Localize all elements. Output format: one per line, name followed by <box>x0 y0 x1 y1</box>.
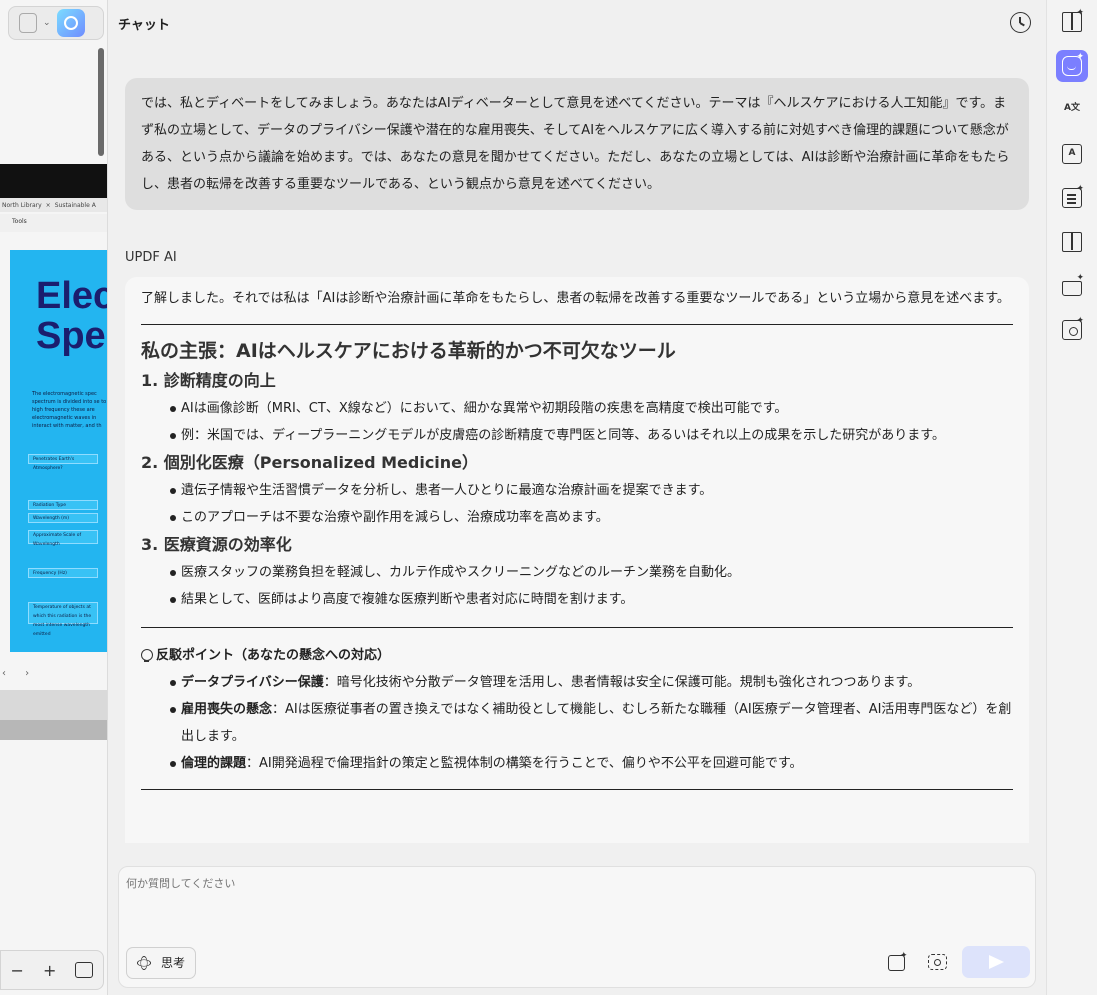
list-item: 結果として、医師はより高度で複雑な医療判断や患者対応に時間を割けます。 <box>141 586 1013 613</box>
rebuttal-text: ：暗号化技術や分散データ管理を活用し、患者情報は安全に保護可能。規制も強化されつ… <box>323 675 921 690</box>
folder-ai-icon[interactable]: ✦ <box>1056 270 1088 302</box>
think-button[interactable]: 思考 <box>126 947 197 979</box>
close-icon[interactable]: × <box>46 202 51 209</box>
section-title: 2. 個別化医療（Personalized Medicine） <box>141 453 479 472</box>
doc-table-row: Radiation Type <box>28 500 98 510</box>
doc-dark-band <box>0 164 107 198</box>
section-title: 3. 医療資源の効率化 <box>141 535 292 554</box>
doc-table-row: Approximate Scale of Wavelength <box>28 530 98 547</box>
doc-table-row: Wavelength (m) <box>28 513 98 523</box>
doc-background-band <box>0 690 107 720</box>
chat-title: チャット <box>118 18 170 33</box>
rebuttal-label: 倫理的課題 <box>181 756 247 771</box>
document-preview-panel: ⌄ North Library × Sustainable A Tools El… <box>0 0 108 995</box>
chevron-down-icon[interactable]: ⌄ <box>43 18 51 28</box>
rebuttal-list: データプライバシー保護：暗号化技術や分散データ管理を活用し、患者情報は安全に保護… <box>141 669 1013 777</box>
zoom-in-button[interactable]: + <box>43 961 56 980</box>
response-heading: 私の主張：AIはヘルスケアにおける革新的かつ不可欠なツール <box>141 340 676 362</box>
doc-tab-sustainable[interactable]: Sustainable A <box>55 202 96 209</box>
bullet-list: 医療スタッフの業務負担を軽減し、カルテ作成やスクリーニングなどのルーチン業務を自… <box>141 559 1013 613</box>
ai-name-label: UPDF AI <box>125 250 177 265</box>
tool-rail: ✦ ✦ A文 A ✦ ✦ ✦ <box>1046 0 1097 995</box>
ai-response: 了解しました。それでは私は「AIは診断や治療計画に革命をもたらし、患者の転帰を改… <box>125 277 1029 843</box>
doc-table-row: Frequency (Hz) <box>28 568 98 578</box>
rebuttal-title: 反駁ポイント（あなたの懸念への対応） <box>156 648 391 663</box>
question-input[interactable] <box>126 875 1006 935</box>
translate-icon[interactable]: A文 <box>1056 94 1088 126</box>
zoom-controls: − + <box>0 950 104 990</box>
save-icon[interactable] <box>19 13 37 33</box>
page-nav-arrows[interactable]: ‹ › <box>0 668 37 679</box>
doc-tab-north-library[interactable]: North Library <box>2 202 42 209</box>
rebuttal-text: ：AIは医療従事者の置き換えではなく補助役として機能し、むしろ新たな職種（AI医… <box>181 702 1012 744</box>
list-item: 雇用喪失の懸念：AIは医療従事者の置き換えではなく補助役として機能し、むしろ新た… <box>141 696 1013 750</box>
doc-page-title: Elec Spe <box>36 275 108 357</box>
translate-box-icon[interactable]: A <box>1056 138 1088 170</box>
reader-icon[interactable] <box>1056 226 1088 258</box>
list-item: データプライバシー保護：暗号化技術や分散データ管理を活用し、患者情報は安全に保護… <box>141 669 1013 696</box>
atom-icon <box>137 959 151 967</box>
updf-ai-icon[interactable] <box>56 9 85 37</box>
fit-page-icon[interactable] <box>75 962 94 978</box>
rebuttal-text: ：AI開発過程で倫理指針の策定と監視体制の構築を行うことで、偏りや不公平を回避可… <box>246 756 803 771</box>
doc-table-row: Penetrates Earth's Atmosphere? <box>28 454 98 471</box>
doc-scrollbar[interactable] <box>98 48 104 156</box>
divider <box>141 627 1013 628</box>
doc-page-body: The electromagnetic spec spectrum is div… <box>32 391 107 429</box>
list-item: 例：米国では、ディープラーニングモデルが皮膚癌の診断精度で専門医と同等、あるいは… <box>141 422 1013 449</box>
bullet-list: AIは画像診断（MRI、CT、X線など）において、細かな異常や初期段階の疾患を高… <box>141 395 1013 449</box>
doc-table-row: Temperature of objects at which this rad… <box>28 602 98 637</box>
lightbulb-icon <box>141 648 153 663</box>
summary-ai-icon[interactable]: ✦ <box>1056 182 1088 214</box>
chat-panel: チャット では、私とディベートをしてみましょう。あなたはAIディベーターとして意… <box>108 0 1046 995</box>
zoom-out-button[interactable]: − <box>11 961 24 980</box>
list-item: 倫理的課題：AI開発過程で倫理指針の策定と監視体制の構築を行うことで、偏りや不公… <box>141 750 1013 777</box>
chat-ai-icon[interactable]: ✦ <box>1056 50 1088 82</box>
doc-tab-strip: North Library × Sustainable A <box>0 198 107 212</box>
rebuttal-label: 雇用喪失の懸念 <box>181 702 273 717</box>
divider <box>141 789 1013 790</box>
screenshot-button[interactable] <box>927 951 949 973</box>
user-message: では、私とディベートをしてみましょう。あなたはAIディベーターとして意見を述べて… <box>125 78 1029 210</box>
list-item: 医療スタッフの業務負担を軽減し、カルテ作成やスクリーニングなどのルーチン業務を自… <box>141 559 1013 586</box>
send-icon <box>988 955 1004 969</box>
history-icon[interactable] <box>1010 12 1031 33</box>
rebuttal-label: データプライバシー保護 <box>181 675 324 690</box>
doc-page-thumbnail: Elec Spe The electromagnetic spec spectr… <box>10 250 108 652</box>
divider <box>141 324 1013 325</box>
bullet-list: 遺伝子情報や生活習慣データを分析し、患者一人ひとりに最適な治療計画を提案できます… <box>141 477 1013 531</box>
section-title: 1. 診断精度の向上 <box>141 371 276 390</box>
tools-label[interactable]: Tools <box>12 218 27 225</box>
think-label: 思考 <box>161 956 186 970</box>
doc-background-band <box>0 720 107 740</box>
list-item: AIは画像診断（MRI、CT、X線など）において、細かな異常や初期段階の疾患を高… <box>141 395 1013 422</box>
rebuttal-heading: 反駁ポイント（あなたの懸念への対応） <box>141 642 1013 669</box>
image-ai-button[interactable]: ✦ <box>887 951 909 973</box>
doc-toolbar: ⌄ <box>8 6 104 40</box>
doc-tools-bar: Tools <box>0 214 107 232</box>
list-item: このアプローチは不要な治療や副作用を減らし、治療成功率を高めます。 <box>141 504 1013 531</box>
list-item: 遺伝子情報や生活習慣データを分析し、患者一人ひとりに最適な治療計画を提案できます… <box>141 477 1013 504</box>
chat-input-area: 思考 ✦ <box>118 866 1036 988</box>
ai-intro-text: 了解しました。それでは私は「AIは診断や治療計画に革命をもたらし、患者の転帰を改… <box>141 291 1010 306</box>
book-ai-icon[interactable]: ✦ <box>1056 6 1088 38</box>
search-ai-icon[interactable]: ✦ <box>1056 314 1088 346</box>
send-button[interactable] <box>962 946 1030 978</box>
